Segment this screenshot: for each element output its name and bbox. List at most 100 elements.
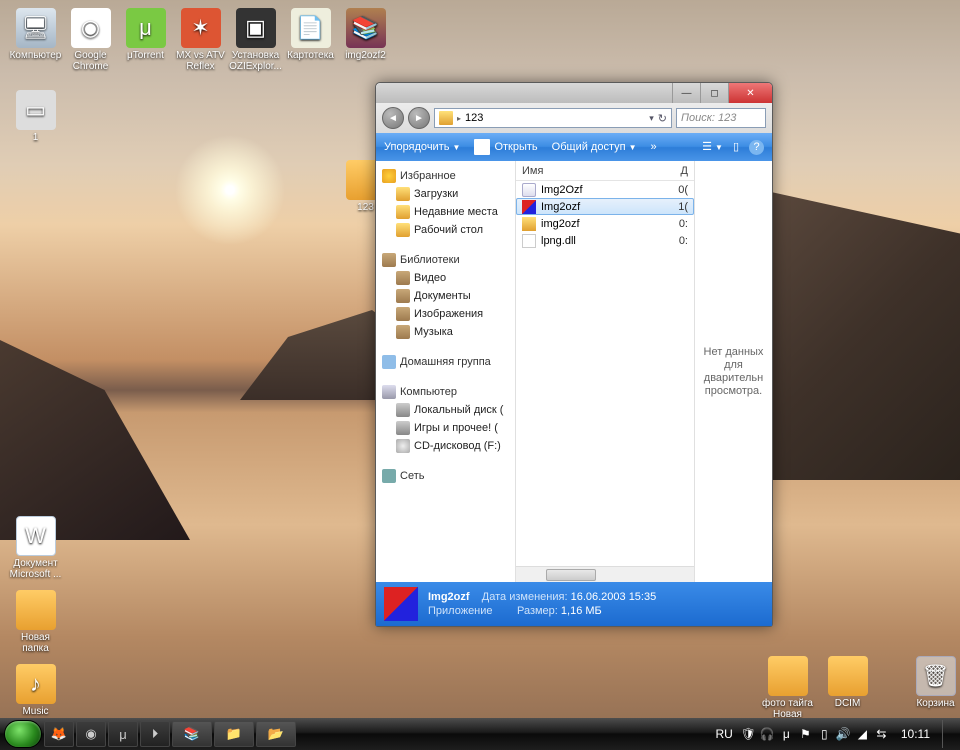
address-dropdown-icon[interactable]: ▸	[457, 114, 461, 123]
address-bar[interactable]: ▸ 123 ▾ ↻	[434, 108, 672, 128]
desktop-icon-newfolder[interactable]: Новая папка	[8, 590, 63, 654]
desktop-icon-kartoteka[interactable]: 📄Картотека	[283, 8, 338, 61]
nav-music[interactable]: Музыка	[376, 323, 515, 341]
folder-icon	[396, 205, 410, 219]
file-icon	[522, 217, 536, 231]
file-icon	[522, 200, 536, 214]
icon-label: μTorrent	[118, 50, 173, 61]
desktop-icon-dcim[interactable]: DCIM	[820, 656, 875, 709]
start-button[interactable]	[4, 720, 42, 748]
desktop-icon-music[interactable]: ♪Music	[8, 664, 63, 717]
file-row[interactable]: lpng.dll0:	[516, 232, 694, 249]
help-icon[interactable]: ?	[749, 140, 764, 155]
column-name[interactable]: Имя	[522, 165, 668, 177]
file-row[interactable]: Img2ozf1(	[516, 198, 694, 215]
details-filename: Img2ozf	[428, 591, 470, 603]
open-button[interactable]: Открыть	[474, 139, 537, 155]
taskbar-item[interactable]: μ	[108, 721, 138, 747]
desktop-icon-mxatv[interactable]: ✶MX vs ATV Reflex	[173, 8, 228, 72]
show-desktop-button[interactable]	[942, 720, 950, 748]
column-date[interactable]: Д	[668, 165, 688, 177]
desktop-icon-one[interactable]: ▭1	[8, 90, 63, 143]
file-icon	[522, 183, 536, 197]
scroll-thumb[interactable]	[546, 569, 596, 581]
horizontal-scrollbar[interactable]	[516, 566, 694, 582]
tray-icon[interactable]: ▯	[817, 727, 832, 742]
share-menu[interactable]: Общий доступ ▼	[552, 141, 637, 153]
desktop-icon-chrome[interactable]: ◉Google Chrome	[63, 8, 118, 72]
tray-language[interactable]: RU	[716, 727, 733, 741]
details-size: 1,16 МБ	[561, 605, 602, 617]
system-tray[interactable]: RU 🛡 🎧 μ ⚑ ▯ 🔊 ◢ ⇆ 10:11	[716, 720, 956, 748]
nav-recent[interactable]: Недавние места	[376, 203, 515, 221]
wordfile-icon: W	[16, 516, 56, 556]
tray-icon[interactable]: ⇆	[874, 727, 889, 742]
navigation-pane[interactable]: Избранное Загрузки Недавние места Рабочи…	[376, 161, 516, 582]
taskbar-item[interactable]: 📂	[256, 721, 296, 747]
tray-icon[interactable]: ⚑	[798, 727, 813, 742]
close-button[interactable]: ✕	[728, 83, 772, 103]
file-list[interactable]: Img2Ozf0(Img2ozf1(img2ozf0:lpng.dll0:	[516, 181, 694, 566]
utorrent-icon: μ	[126, 8, 166, 48]
window-titlebar[interactable]: — ◻ ✕	[376, 83, 772, 103]
icon-label: Документ Microsoft ...	[8, 558, 63, 580]
nav-drive-c[interactable]: Локальный диск (	[376, 401, 515, 419]
icon-label: Установка OZIExplor...	[228, 50, 283, 72]
oziexp-icon: ▣	[236, 8, 276, 48]
file-name: img2ozf	[541, 218, 665, 230]
nav-drive-games[interactable]: Игры и прочее! (	[376, 419, 515, 437]
tray-icon[interactable]: 🛡	[741, 727, 756, 742]
file-row[interactable]: Img2Ozf0(	[516, 181, 694, 198]
file-name: Img2Ozf	[541, 184, 665, 196]
taskbar-item[interactable]: 📁	[214, 721, 254, 747]
desktop-icon-img2ozf2[interactable]: 📚img2ozf2	[338, 8, 393, 61]
taskbar-item[interactable]: ⏵	[140, 721, 170, 747]
nav-desktop[interactable]: Рабочий стол	[376, 221, 515, 239]
tray-clock[interactable]: 10:11	[897, 727, 934, 741]
music-icon	[396, 325, 410, 339]
hdd-icon	[396, 421, 410, 435]
nav-homegroup[interactable]: Домашняя группа	[376, 353, 515, 371]
tray-icon[interactable]: 🔊	[836, 727, 851, 742]
back-button[interactable]: ◄	[382, 107, 404, 129]
nav-videos[interactable]: Видео	[376, 269, 515, 287]
icon-label: Google Chrome	[63, 50, 118, 72]
nav-drive-cd[interactable]: CD-дисковод (F:)	[376, 437, 515, 455]
desktop-icon-wordfile[interactable]: WДокумент Microsoft ...	[8, 516, 63, 580]
desktop-icon-utorrent[interactable]: μ μTorrent	[118, 8, 173, 61]
command-bar: Упорядочить ▼ Открыть Общий доступ ▼ » ☰…	[376, 133, 772, 161]
preview-pane-icon[interactable]: ▯	[733, 140, 739, 155]
refresh-icon[interactable]: ↻	[658, 112, 667, 125]
desktop-icon-recycle[interactable]: 🗑Корзина	[908, 656, 960, 709]
more-commands[interactable]: »	[651, 141, 657, 153]
search-box[interactable]: Поиск: 123	[676, 108, 766, 128]
desktop[interactable]: 🖥Компьютер◉Google ChromeμμTorrent✶MX vs …	[0, 0, 960, 750]
folder-icon	[396, 223, 410, 237]
tray-icon[interactable]: μ	[779, 727, 794, 742]
explorer-window[interactable]: — ◻ ✕ ◄ ► ▸ 123 ▾ ↻ Поиск: 123 Упорядочи…	[375, 82, 773, 627]
file-row[interactable]: img2ozf0:	[516, 215, 694, 232]
minimize-button[interactable]: —	[672, 83, 700, 103]
forward-button[interactable]: ►	[408, 107, 430, 129]
organize-menu[interactable]: Упорядочить ▼	[384, 141, 460, 153]
nav-computer[interactable]: Компьютер Локальный диск ( Игры и прочее…	[376, 383, 515, 455]
tray-icon[interactable]: 🎧	[760, 727, 775, 742]
column-headers[interactable]: Имя Д	[516, 161, 694, 181]
nav-documents[interactable]: Документы	[376, 287, 515, 305]
nav-network[interactable]: Сеть	[376, 467, 515, 485]
desktop-icon-computer[interactable]: 🖥Компьютер	[8, 8, 63, 61]
tray-icon[interactable]: ◢	[855, 727, 870, 742]
recycle-icon: 🗑	[916, 656, 956, 696]
address-history-icon[interactable]: ▾	[649, 113, 654, 124]
maximize-button[interactable]: ◻	[700, 83, 728, 103]
taskbar-item[interactable]: 📚	[172, 721, 212, 747]
taskbar-item[interactable]: ◉	[76, 721, 106, 747]
taskbar-item[interactable]: 🦊	[44, 721, 74, 747]
desktop-icon-oziexp[interactable]: ▣Установка OZIExplor...	[228, 8, 283, 72]
nav-favorites[interactable]: Избранное Загрузки Недавние места Рабочи…	[376, 167, 515, 239]
taskbar[interactable]: 🦊◉μ⏵📚📁📂 RU 🛡🎧μ⚑▯🔊◢⇆ 10:11	[0, 718, 960, 750]
nav-pictures[interactable]: Изображения	[376, 305, 515, 323]
view-menu-icon[interactable]: ☰ ▼	[702, 140, 723, 155]
nav-downloads[interactable]: Загрузки	[376, 185, 515, 203]
nav-libraries[interactable]: Библиотеки Видео Документы Изображения М…	[376, 251, 515, 341]
